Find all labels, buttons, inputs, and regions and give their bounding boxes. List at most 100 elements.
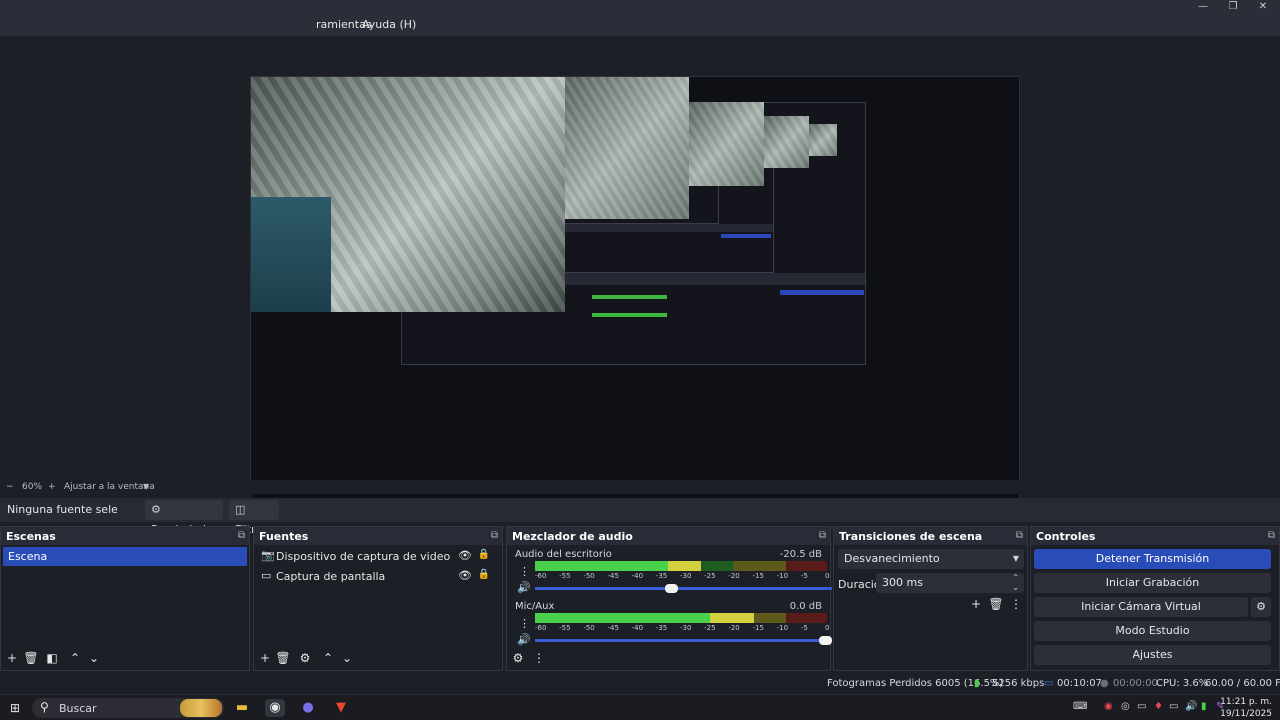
virtual-camera-settings-button[interactable]: ⚙ bbox=[1251, 597, 1271, 617]
close-button[interactable]: ✕ bbox=[1248, 0, 1278, 14]
add-icon[interactable]: + bbox=[4, 651, 20, 665]
maximize-button[interactable]: ❐ bbox=[1218, 0, 1248, 14]
trash-icon[interactable]: 🗑 bbox=[23, 651, 39, 665]
more-options-icon[interactable]: ⋮ bbox=[1008, 597, 1024, 611]
meter-level bbox=[535, 561, 702, 571]
webcam-sofa bbox=[251, 197, 331, 312]
taskbar-search[interactable]: ⚲ Buscar bbox=[32, 698, 224, 718]
meter-tick-label: -45 bbox=[607, 624, 619, 632]
undock-icon[interactable]: ⧉ bbox=[238, 530, 245, 541]
more-options-icon[interactable]: ⋮ bbox=[531, 651, 547, 665]
tray-app-icon[interactable]: ◉ bbox=[1104, 701, 1113, 712]
meter-tick-label: -60 bbox=[535, 572, 547, 580]
volume-slider[interactable] bbox=[535, 584, 832, 593]
volume-icon[interactable]: 🔊 bbox=[1185, 701, 1197, 712]
filters-icon: ◫ bbox=[235, 503, 246, 516]
dock-header: Fuentes ⧉ bbox=[254, 527, 502, 545]
speaker-icon[interactable]: 🔊 bbox=[517, 581, 531, 594]
zoom-in-button[interactable]: + bbox=[48, 482, 56, 492]
zoom-out-button[interactable]: − bbox=[6, 482, 14, 492]
gear-icon[interactable]: ⚙ bbox=[297, 651, 313, 665]
fit-to-window[interactable]: Ajustar a la ventana bbox=[64, 482, 155, 492]
meter-tick-label: -25 bbox=[704, 624, 716, 632]
more-options-icon[interactable]: ⋮ bbox=[519, 565, 530, 578]
brave-icon[interactable]: ▼ bbox=[331, 699, 351, 717]
controls-dock: Controles ⧉ Detener Transmisión Iniciar … bbox=[1030, 526, 1280, 671]
volume-slider-handle[interactable] bbox=[819, 636, 832, 645]
preview-area[interactable] bbox=[0, 36, 1280, 511]
search-placeholder: Buscar bbox=[59, 702, 97, 715]
audio-mixer-dock: Mezclador de audio ⧉ Audio del escritori… bbox=[506, 526, 832, 671]
meter-tick-label: 0 bbox=[825, 624, 830, 632]
source-item[interactable]: ▭ Captura de pantalla 👁 🔒 bbox=[258, 568, 494, 586]
meter-tick-label: -15 bbox=[752, 624, 764, 632]
lock-icon[interactable]: 🔒 bbox=[478, 569, 490, 580]
move-up-icon[interactable]: ⌃ bbox=[320, 651, 336, 665]
more-options-icon[interactable]: ⋮ bbox=[519, 617, 530, 630]
stop-streaming-button[interactable]: Detener Transmisión bbox=[1034, 549, 1271, 569]
chevron-down-icon[interactable]: ⌄ bbox=[1012, 578, 1019, 598]
obs-app-icon[interactable]: ◉ bbox=[265, 699, 285, 717]
move-down-icon[interactable]: ⌄ bbox=[339, 651, 355, 665]
add-icon[interactable]: + bbox=[968, 597, 984, 611]
meter-tick-label: -30 bbox=[680, 572, 692, 580]
source-item[interactable]: 📷 Dispositivo de captura de video 👁 🔒 bbox=[258, 548, 494, 566]
filter-icon[interactable]: ◧ bbox=[44, 651, 60, 665]
trash-icon[interactable]: 🗑 bbox=[988, 597, 1004, 611]
clock[interactable]: 11:21 p. m. 19/11/2025 bbox=[1220, 696, 1272, 720]
meter-ticks: -60 -55 -50 -45 -40 -35 -30 -25 -20 -15 -10 -5 0 bbox=[535, 624, 835, 634]
chevron-down-icon[interactable]: ▼ bbox=[143, 482, 149, 491]
visibility-icon[interactable]: 👁 bbox=[458, 549, 472, 562]
sources-dock: Fuentes ⧉ 📷 Dispositivo de captura de vi… bbox=[253, 526, 503, 671]
cast-icon[interactable]: ▭ bbox=[1169, 701, 1178, 712]
add-icon[interactable]: + bbox=[257, 651, 273, 665]
dock-header: Transiciones de escena ⧉ bbox=[834, 527, 1027, 545]
volume-slider-handle[interactable] bbox=[664, 584, 678, 593]
settings-button[interactable]: Ajustes bbox=[1034, 645, 1271, 665]
undock-icon[interactable]: ⧉ bbox=[819, 530, 826, 541]
start-recording-button[interactable]: Iniciar Grabación bbox=[1034, 573, 1271, 593]
meter-tick-label: -55 bbox=[559, 572, 571, 580]
meter-tick-label: -55 bbox=[559, 624, 571, 632]
meter-tick-label: -50 bbox=[583, 624, 595, 632]
tray-alert-icon[interactable]: ♦ bbox=[1154, 701, 1163, 712]
discord-icon[interactable]: ● bbox=[298, 699, 318, 717]
network-icon[interactable]: ▭ bbox=[1137, 701, 1146, 712]
visibility-icon[interactable]: 👁 bbox=[458, 569, 472, 582]
sources-toolbar: + 🗑 ⚙ ⌃ ⌄ bbox=[254, 648, 502, 670]
speaker-icon[interactable]: 🔊 bbox=[517, 633, 531, 646]
transition-select[interactable]: Desvanecimiento ▼ bbox=[838, 549, 1024, 569]
undock-icon[interactable]: ⧉ bbox=[1268, 530, 1275, 541]
studio-mode-button[interactable]: Modo Estudio bbox=[1034, 621, 1271, 641]
duration-value: 300 ms bbox=[882, 576, 923, 589]
tray-icon[interactable]: ◎ bbox=[1121, 701, 1130, 712]
keyboard-icon[interactable]: ⌨ bbox=[1073, 701, 1087, 712]
minimize-button[interactable]: — bbox=[1188, 0, 1218, 14]
nested-webcam-3 bbox=[764, 116, 809, 168]
properties-button[interactable]: ⚙ Propiedades bbox=[145, 500, 223, 536]
duration-spinbox[interactable]: 300 ms ⌃ ⌄ bbox=[876, 573, 1024, 593]
zoom-level: 60% bbox=[22, 482, 43, 492]
tray-green-icon[interactable]: ▮ bbox=[1201, 701, 1207, 712]
scene-item[interactable]: Escena bbox=[3, 547, 247, 566]
trash-icon[interactable]: 🗑 bbox=[275, 651, 291, 665]
preview-canvas[interactable] bbox=[250, 76, 1020, 511]
nested-webcam-2 bbox=[689, 102, 764, 186]
scenes-dock: Escenas ⧉ Escena + 🗑 ◧ ⌃ ⌄ bbox=[0, 526, 250, 671]
filters-button[interactable]: ◫ Filtros bbox=[229, 500, 279, 536]
file-explorer-icon[interactable]: ▬ bbox=[232, 699, 252, 717]
move-down-icon[interactable]: ⌄ bbox=[86, 651, 102, 665]
undock-icon[interactable]: ⧉ bbox=[491, 530, 498, 541]
start-virtual-camera-button[interactable]: Iniciar Cámara Virtual bbox=[1034, 597, 1248, 617]
lock-icon[interactable]: 🔒 bbox=[478, 549, 490, 560]
channel-name: Audio del escritorio bbox=[515, 549, 612, 560]
record-time: 00:00:00 bbox=[1113, 678, 1158, 689]
menu-help[interactable]: Ayuda (H) bbox=[362, 18, 416, 31]
windows-start-icon[interactable]: ⊞ bbox=[10, 701, 20, 715]
meter-tick-label: -25 bbox=[704, 572, 716, 580]
undock-icon[interactable]: ⧉ bbox=[1016, 530, 1023, 541]
move-up-icon[interactable]: ⌃ bbox=[67, 651, 83, 665]
volume-slider[interactable] bbox=[535, 636, 832, 645]
title-bar: — ❐ ✕ bbox=[0, 0, 1280, 16]
advanced-audio-icon[interactable]: ⚙ bbox=[510, 651, 526, 665]
